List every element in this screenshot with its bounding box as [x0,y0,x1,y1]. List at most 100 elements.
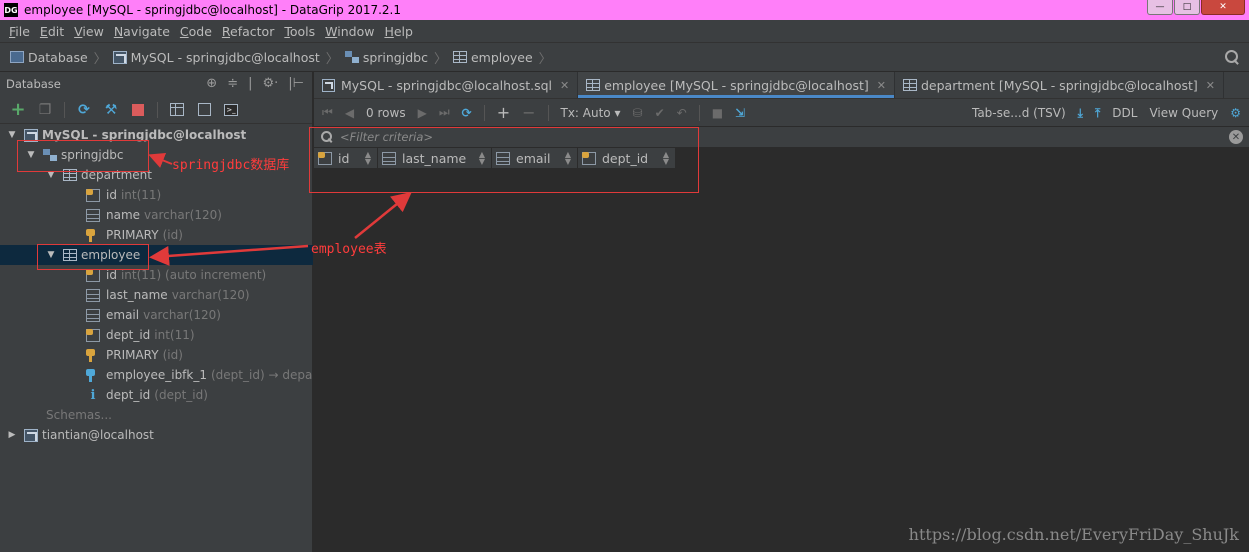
menu-view[interactable]: View [69,24,109,39]
tab-department[interactable]: department [MySQL - springjdbc@localhost… [895,72,1225,98]
breadcrumb-schema[interactable]: springjdbc 〉 [344,48,453,67]
annotation-box-grid [309,127,699,193]
submit-check-icon[interactable]: ✔ [655,106,665,120]
divider [157,101,158,118]
menu-edit[interactable]: Edit [35,24,69,39]
reload-icon[interactable]: ⟳ [462,106,472,120]
table-icon [903,79,917,91]
divider [547,104,549,121]
panel-title: Database [6,77,61,91]
commit-db-icon[interactable]: ⛁ [633,106,643,120]
hide-panel-icon[interactable]: |⊢ [288,76,304,91]
menu-file[interactable]: File [4,24,35,39]
delete-row-icon[interactable]: − [522,103,535,122]
database-tree: ▼ MySQL - springjdbc@localhost ▼ springj… [0,125,313,445]
tree-node-column[interactable]: last_name varchar(120) [0,285,313,305]
breadcrumb-connection[interactable]: MySQL - springjdbc@localhost 〉 [112,48,345,67]
previous-page-icon[interactable]: ◀ [345,106,354,120]
menu-code[interactable]: Code [175,24,217,39]
stop-icon[interactable]: ■ [712,106,723,120]
tree-node-foreign-key[interactable]: employee_ibfk_1(dept_id) → departme [0,365,313,385]
menu-tools[interactable]: Tools [279,24,320,39]
close-window-button[interactable]: ✕ [1201,0,1245,15]
disconnect-icon[interactable] [130,102,146,118]
column-icon [86,288,100,302]
tree-node-column[interactable]: dept_id int(11) [0,325,313,345]
divider [698,104,700,121]
clear-filter-icon[interactable]: ✕ [1229,130,1243,144]
chevron-right-icon: 〉 [433,51,447,67]
close-tab-icon[interactable]: ✕ [1206,79,1215,92]
settings-gear-icon[interactable]: ⚙ [1230,106,1241,120]
pin-tab-icon[interactable]: ⇲ [735,106,745,120]
menu-navigate[interactable]: Navigate [109,24,175,39]
maximize-button[interactable]: □ [1174,0,1200,15]
next-page-icon[interactable]: ▶ [418,106,427,120]
export-format-dropdown[interactable]: Tab-se...d (TSV) [972,106,1066,120]
tab-employee[interactable]: employee [MySQL - springjdbc@localhost] … [578,72,895,98]
chevron-right-icon: 〉 [325,51,339,67]
revert-icon[interactable]: ↶ [677,106,687,120]
table-icon [586,79,601,91]
edit-source-icon[interactable] [196,102,212,118]
foreign-key-icon [86,368,100,382]
add-row-icon[interactable]: + [497,103,510,122]
primary-key-column-icon [86,268,100,282]
scroll-from-source-icon[interactable]: ⊕ [206,76,217,91]
tree-node-schemas[interactable]: Schemas... [0,405,313,425]
result-grid-body[interactable] [314,168,1249,552]
sql-file-icon [322,78,335,92]
table-editor-icon[interactable] [169,102,185,118]
import-icon[interactable]: ⤒ [1095,106,1100,121]
primary-key-icon [86,228,100,242]
data-editor-toolbar-right: Tab-se...d (TSV) ⤓ ⤒ DDL View Query ⚙ [972,99,1241,127]
search-everywhere-icon[interactable] [1225,50,1239,64]
divider: | [248,76,253,91]
tree-node-key[interactable]: PRIMARY (id) [0,345,313,365]
index-icon: i [90,387,96,403]
transaction-mode-dropdown[interactable]: Tx: Auto ▾ [561,106,621,120]
collapse-arrow-icon[interactable]: ▶ [6,430,18,440]
tab-console-sql[interactable]: MySQL - springjdbc@localhost.sql ✕ [314,72,579,98]
first-page-icon[interactable]: ⏮ [322,105,333,120]
tree-node-column[interactable]: name varchar(120) [0,205,313,225]
menu-refactor[interactable]: Refactor [217,24,279,39]
refresh-icon[interactable]: ⟳ [76,102,92,118]
tree-node-key[interactable]: PRIMARY (id) [0,225,313,245]
row-count: 0 rows [366,105,406,120]
duplicate-icon[interactable]: ❐ [37,102,53,118]
primary-key-icon [86,348,100,362]
view-query-button[interactable]: View Query [1149,106,1218,120]
settings-gear-icon[interactable]: ⚙· [262,76,278,91]
foreign-key-column-icon [86,328,100,342]
tree-node-column[interactable]: id int(11) [0,185,313,205]
watermark: https://blog.csdn.net/EveryFriDay_ShuJk [908,525,1239,544]
add-datasource-icon[interactable]: + [10,99,26,120]
console-icon[interactable]: >_ [223,102,239,118]
collapse-all-icon[interactable]: ≑ [227,76,238,91]
database-panel-header: Database ⊕ ≑ | ⚙· |⊢ [0,72,312,96]
tree-node-connection-tiantian[interactable]: ▶ tiantian@localhost [0,425,313,445]
divider [64,101,65,118]
annotation-box-schema [17,140,149,172]
menu-help[interactable]: Help [379,24,418,39]
menu-window[interactable]: Window [320,24,379,39]
data-editor-toolbar: ⏮ ◀ 0 rows ▶ ⏭ ⟳ + − Tx: Auto ▾ ⛁ ✔ ↶ ■ … [314,98,1249,126]
breadcrumb-database[interactable]: Database 〉 [10,48,113,67]
schema-icon [344,51,359,63]
window-title: employee [MySQL - springjdbc@localhost] … [24,3,402,17]
datagrip-app-icon: DG [4,3,18,17]
divider [483,104,485,121]
breadcrumb-table[interactable]: employee 〉 [452,48,558,67]
last-page-icon[interactable]: ⏭ [439,105,450,120]
minimize-button[interactable]: — [1147,0,1173,15]
export-icon[interactable]: ⤓ [1078,106,1083,121]
datasource-properties-icon[interactable]: ⚒ [103,102,119,118]
tree-node-index[interactable]: i dept_id (dept_id) [0,385,313,405]
mysql-connection-icon [24,428,38,442]
close-tab-icon[interactable]: ✕ [877,79,886,92]
ddl-button[interactable]: DDL [1112,106,1137,120]
close-tab-icon[interactable]: ✕ [560,79,569,92]
expand-arrow-icon[interactable]: ▼ [6,130,18,140]
tree-node-column[interactable]: email varchar(120) [0,305,313,325]
